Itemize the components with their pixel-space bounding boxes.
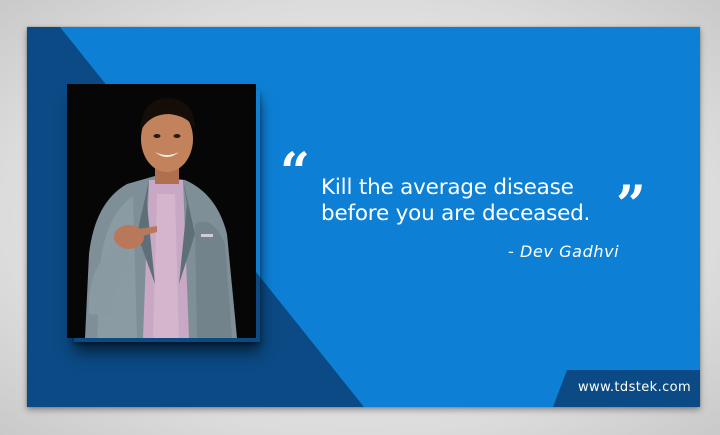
quote-card: “ Kill the average disease before you ar…: [27, 27, 700, 407]
quote-text: Kill the average disease before you are …: [321, 175, 621, 227]
author-portrait: [67, 84, 256, 338]
portrait-image: [67, 84, 256, 338]
quote-line-2: before you are deceased.: [321, 201, 591, 226]
quote-author: - Dev Gadhvi: [508, 242, 620, 261]
website-badge: www.tdstek.com: [553, 370, 700, 407]
open-quote-icon: “: [280, 142, 310, 203]
website-link[interactable]: www.tdstek.com: [578, 380, 691, 395]
quote-line-1: Kill the average disease: [321, 175, 574, 200]
close-quote-icon: ”: [616, 175, 646, 236]
